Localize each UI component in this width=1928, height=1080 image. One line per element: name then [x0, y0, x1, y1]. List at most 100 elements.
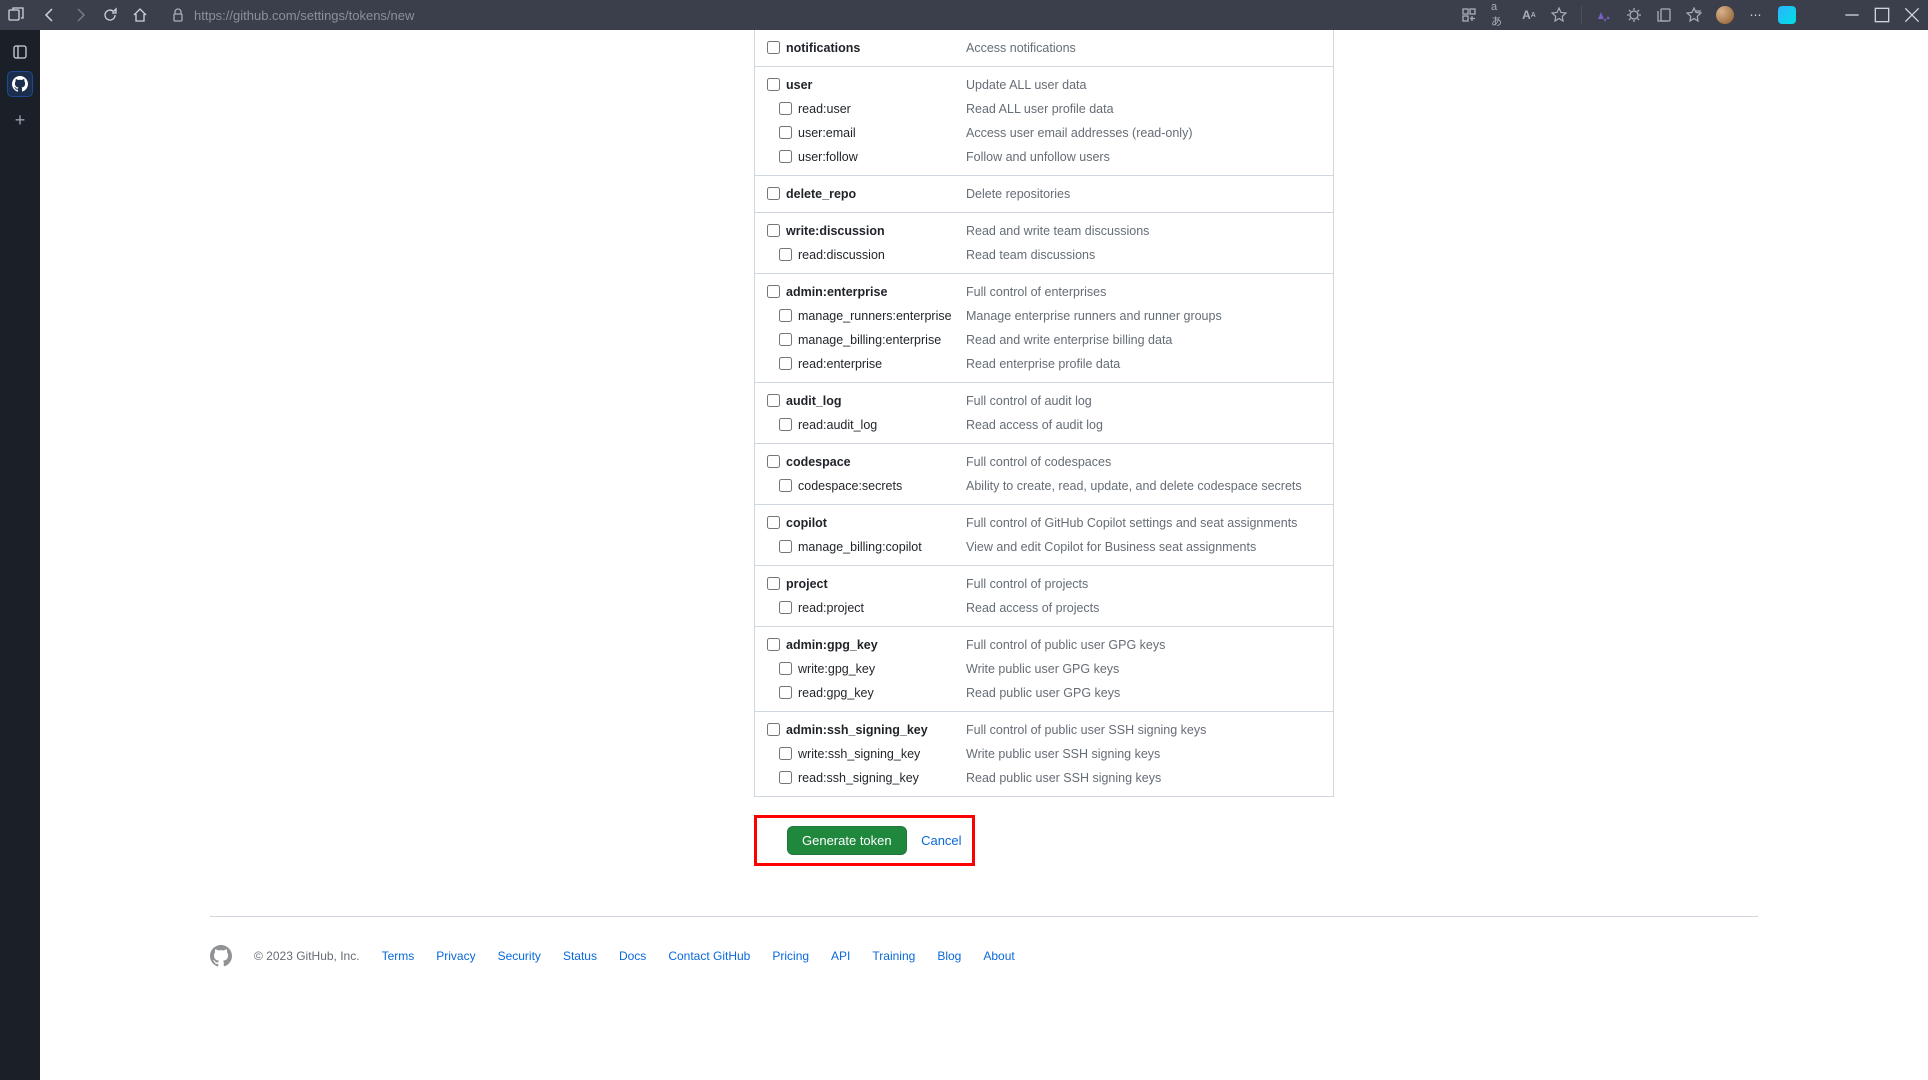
back-icon[interactable]	[42, 7, 58, 23]
profile-avatar[interactable]	[1716, 6, 1734, 24]
minimize-icon[interactable]	[1844, 7, 1860, 23]
ext-2-icon[interactable]	[1626, 7, 1642, 23]
scope-row: user:followFollow and unfollow users	[755, 145, 1333, 169]
scope-checkbox[interactable]	[767, 224, 780, 237]
scope-name: user	[786, 76, 966, 94]
scope-checkbox[interactable]	[767, 394, 780, 407]
scope-checkbox[interactable]	[779, 662, 792, 675]
scope-description: Read and write enterprise billing data	[966, 331, 1172, 349]
footer-link[interactable]: Contact GitHub	[668, 949, 750, 963]
scope-row: admin:ssh_signing_keyFull control of pub…	[755, 718, 1333, 742]
footer-link[interactable]: Privacy	[436, 949, 475, 963]
scope-name: admin:ssh_signing_key	[786, 721, 966, 739]
favorites-icon[interactable]	[1686, 7, 1702, 23]
scope-checkbox[interactable]	[779, 102, 792, 115]
scope-description: Read public user GPG keys	[966, 684, 1120, 702]
scope-checkbox[interactable]	[767, 723, 780, 736]
maximize-icon[interactable]	[1874, 7, 1890, 23]
footer-link[interactable]: Docs	[619, 949, 646, 963]
scope-checkbox[interactable]	[779, 309, 792, 322]
scope-row: audit_logFull control of audit log	[755, 389, 1333, 413]
scope-description: Full control of public user SSH signing …	[966, 721, 1206, 739]
scope-description: Full control of audit log	[966, 392, 1092, 410]
favorite-icon[interactable]	[1551, 7, 1567, 23]
cancel-button[interactable]: Cancel	[921, 833, 961, 848]
scope-name: user:email	[798, 124, 966, 142]
scope-checkbox[interactable]	[779, 540, 792, 553]
more-icon[interactable]: ⋯	[1748, 7, 1764, 23]
scope-checkbox[interactable]	[779, 126, 792, 139]
scope-row: write:gpg_keyWrite public user GPG keys	[755, 657, 1333, 681]
scope-checkbox[interactable]	[779, 601, 792, 614]
refresh-icon[interactable]	[102, 7, 118, 23]
scope-name: write:gpg_key	[798, 660, 966, 678]
scope-description: Write public user SSH signing keys	[966, 745, 1160, 763]
scope-name: admin:gpg_key	[786, 636, 966, 654]
ext-1-icon[interactable]	[1596, 7, 1612, 23]
scope-checkbox[interactable]	[779, 248, 792, 261]
scope-description: Full control of projects	[966, 575, 1088, 593]
scope-checkbox[interactable]	[767, 187, 780, 200]
footer-link[interactable]: API	[831, 949, 850, 963]
tab-github[interactable]	[8, 72, 32, 96]
copilot-icon[interactable]	[1778, 6, 1796, 24]
scope-checkbox[interactable]	[779, 747, 792, 760]
github-logo-icon	[210, 945, 232, 967]
scope-checkbox[interactable]	[767, 638, 780, 651]
scope-checkbox[interactable]	[779, 150, 792, 163]
scope-checkbox[interactable]	[779, 333, 792, 346]
new-tab-button[interactable]: +	[8, 108, 32, 132]
scope-row: userUpdate ALL user data	[755, 73, 1333, 97]
scope-checkbox[interactable]	[767, 285, 780, 298]
scope-checkbox[interactable]	[767, 78, 780, 91]
scope-checkbox[interactable]	[779, 771, 792, 784]
page-viewport[interactable]: notificationsAccess notificationsuserUpd…	[40, 30, 1928, 1080]
scope-checkbox[interactable]	[779, 479, 792, 492]
generate-token-button[interactable]: Generate token	[787, 826, 907, 855]
tabs-icon[interactable]	[8, 7, 24, 23]
footer-link[interactable]: Training	[872, 949, 915, 963]
scope-checkbox[interactable]	[767, 516, 780, 529]
scope-row: read:ssh_signing_keyRead public user SSH…	[755, 766, 1333, 790]
scope-checkbox[interactable]	[779, 418, 792, 431]
scope-description: View and edit Copilot for Business seat …	[966, 538, 1256, 556]
footer-link[interactable]: Blog	[937, 949, 961, 963]
scope-row: read:discussionRead team discussions	[755, 243, 1333, 267]
forward-icon[interactable]	[72, 7, 88, 23]
footer-link[interactable]: Pricing	[772, 949, 809, 963]
scope-row: manage_runners:enterpriseManage enterpri…	[755, 304, 1333, 328]
scope-name: delete_repo	[786, 185, 966, 203]
scope-name: manage_billing:copilot	[798, 538, 966, 556]
scope-checkbox[interactable]	[779, 686, 792, 699]
scope-description: Full control of codespaces	[966, 453, 1111, 471]
footer-link[interactable]: Terms	[382, 949, 415, 963]
scope-description: Read and write team discussions	[966, 222, 1149, 240]
scope-name: audit_log	[786, 392, 966, 410]
scope-row: read:projectRead access of projects	[755, 596, 1333, 620]
footer-link[interactable]: About	[983, 949, 1014, 963]
scope-checkbox[interactable]	[767, 455, 780, 468]
scope-description: Read team discussions	[966, 246, 1095, 264]
scope-name: read:audit_log	[798, 416, 966, 434]
scope-checkbox[interactable]	[779, 357, 792, 370]
scope-row: admin:gpg_keyFull control of public user…	[755, 633, 1333, 657]
text-size-icon[interactable]: AA	[1521, 7, 1537, 23]
home-icon[interactable]	[132, 7, 148, 23]
address-bar[interactable]: https://github.com/settings/tokens/new	[170, 7, 414, 23]
extension-icon[interactable]	[1461, 7, 1477, 23]
scope-description: Delete repositories	[966, 185, 1070, 203]
url-text: https://github.com/settings/tokens/new	[194, 8, 414, 23]
browser-chrome: https://github.com/settings/tokens/new a…	[0, 0, 1928, 30]
close-icon[interactable]	[1904, 7, 1920, 23]
footer-link[interactable]: Security	[498, 949, 541, 963]
footer-link[interactable]: Status	[563, 949, 597, 963]
scope-checkbox[interactable]	[767, 577, 780, 590]
translate-icon[interactable]: aあ	[1491, 7, 1507, 23]
scope-row: projectFull control of projects	[755, 572, 1333, 596]
scope-row: write:ssh_signing_keyWrite public user S…	[755, 742, 1333, 766]
tab-workspace[interactable]	[8, 40, 32, 64]
scope-description: Read enterprise profile data	[966, 355, 1120, 373]
collections-icon[interactable]	[1656, 7, 1672, 23]
scope-checkbox[interactable]	[767, 41, 780, 54]
scope-name: notifications	[786, 39, 966, 57]
